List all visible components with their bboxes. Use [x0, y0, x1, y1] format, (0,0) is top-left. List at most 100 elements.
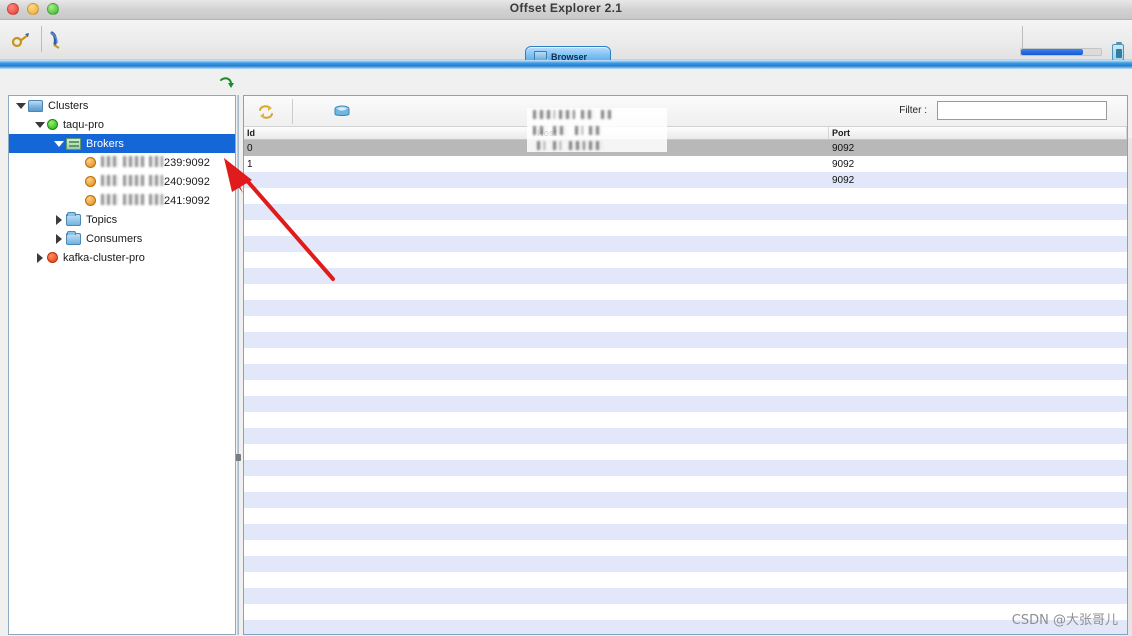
chevron-right-icon[interactable]: [34, 252, 45, 263]
table-row-empty[interactable]: [244, 348, 1127, 364]
table-row-empty[interactable]: [244, 364, 1127, 380]
tree-item-label: 239:9092: [101, 156, 210, 169]
table-row-empty[interactable]: [244, 396, 1127, 412]
table-row-empty[interactable]: [244, 188, 1127, 204]
redacted-host: [149, 175, 163, 186]
tree-item-label: Topics: [86, 213, 118, 226]
brokers-view: Filter : Id Host Port 0 9092 1 9092 9092: [244, 96, 1127, 634]
table-row-empty[interactable]: [244, 508, 1127, 524]
add-cluster-icon[interactable]: [8, 27, 34, 53]
column-header-id[interactable]: Id: [244, 127, 534, 139]
tree-item-brokers[interactable]: Brokers: [9, 134, 235, 153]
chevron-down-icon[interactable]: [34, 119, 45, 130]
save-disk-icon[interactable]: [332, 102, 352, 122]
table-row-empty[interactable]: [244, 268, 1127, 284]
table-row-empty[interactable]: [244, 428, 1127, 444]
content-panel: Brokers: [243, 95, 1128, 635]
table-row-empty[interactable]: [244, 460, 1127, 476]
cell-port: 9092: [832, 142, 855, 154]
edit-cluster-icon[interactable]: [45, 27, 71, 53]
redacted-host: [149, 156, 163, 167]
redacted-host: [149, 194, 163, 205]
table-row[interactable]: 0 9092: [244, 140, 1127, 156]
tree-item-port-suffix: 241:9092: [164, 195, 210, 207]
broker-orange-dot: [85, 176, 96, 187]
table-row-empty[interactable]: [244, 332, 1127, 348]
table-row-empty[interactable]: [244, 252, 1127, 268]
tree-item-240-9092[interactable]: 240:9092: [9, 172, 235, 191]
table-row-empty[interactable]: [244, 476, 1127, 492]
tree-item-239-9092[interactable]: 239:9092: [9, 153, 235, 172]
tree-item-label: Clusters: [48, 99, 89, 112]
tree-item-topics[interactable]: Topics: [9, 210, 235, 229]
table-row-empty[interactable]: [244, 588, 1127, 604]
splitter[interactable]: [237, 95, 239, 635]
table-row-empty[interactable]: [244, 556, 1127, 572]
refresh-icon[interactable]: [219, 76, 235, 92]
table-row-empty[interactable]: [244, 604, 1127, 620]
tree-item-241-9092[interactable]: 241:9092: [9, 191, 235, 210]
table-row-empty[interactable]: [244, 492, 1127, 508]
body-area: Clusters taqu-pro Brokers 239:9092 240:9092 2…: [0, 69, 1132, 636]
table-row-empty[interactable]: [244, 572, 1127, 588]
brokers-table[interactable]: Id Host Port 0 9092 1 9092 9092: [244, 127, 1127, 634]
table-row-empty[interactable]: [244, 524, 1127, 540]
cell-port: 9092: [832, 158, 855, 170]
brokers-toolbar-separator: [292, 99, 293, 124]
chevron-down-icon[interactable]: [15, 100, 26, 111]
table-row-empty[interactable]: [244, 540, 1127, 556]
brokers-icon: [66, 137, 81, 150]
tree-item-clusters[interactable]: Clusters: [9, 96, 235, 115]
toolbar-separator: [41, 26, 42, 52]
tree-item-taqu-pro[interactable]: taqu-pro: [9, 115, 235, 134]
progress-bar: [1020, 48, 1102, 56]
progress-bar-fill: [1021, 49, 1084, 55]
tree-item-label: kafka-cluster-pro: [63, 251, 145, 264]
app-window: Offset Explorer 2.1 Browser Clusters taq…: [0, 0, 1132, 636]
table-row-empty[interactable]: [244, 284, 1127, 300]
cell-id: 0: [247, 142, 253, 154]
table-header-row: Id Host Port: [244, 127, 1127, 140]
redacted-host: [123, 175, 145, 186]
tree-item-label: 240:9092: [101, 175, 210, 188]
redacted-host: [101, 175, 119, 186]
chevron-right-icon[interactable]: [53, 214, 64, 225]
battery-icon: [1112, 42, 1124, 61]
window-scrollbar[interactable]: [1128, 138, 1132, 636]
table-row-empty[interactable]: [244, 316, 1127, 332]
chevron-right-icon[interactable]: [53, 233, 64, 244]
redacted-host: [101, 194, 119, 205]
filter-input[interactable]: [937, 101, 1107, 120]
tree-item-label: taqu-pro: [63, 118, 104, 131]
column-header-port[interactable]: Port: [829, 127, 1127, 139]
watermark: CSDN @大张哥儿: [1011, 613, 1118, 628]
table-row-empty[interactable]: [244, 412, 1127, 428]
table-row-empty[interactable]: [244, 620, 1127, 634]
refresh-icon[interactable]: [256, 102, 276, 122]
table-row-empty[interactable]: [244, 220, 1127, 236]
table-row-empty[interactable]: [244, 204, 1127, 220]
brokers-toolbar: Filter :: [244, 96, 1127, 127]
tree-toolbar: [0, 69, 238, 93]
table-row-empty[interactable]: [244, 300, 1127, 316]
table-row[interactable]: 9092: [244, 172, 1127, 188]
tree-item-consumers[interactable]: Consumers: [9, 229, 235, 248]
tree-item-port-suffix: 239:9092: [164, 157, 210, 169]
tree-item-kafka-cluster-pro[interactable]: kafka-cluster-pro: [9, 248, 235, 267]
broker-orange-dot: [85, 195, 96, 206]
cell-port: 9092: [832, 174, 855, 186]
tree-item-label: Consumers: [86, 232, 143, 245]
filter-label: Filter :: [899, 105, 927, 116]
status-green-dot: [47, 119, 58, 130]
chevron-down-icon[interactable]: [53, 138, 64, 149]
table-row-empty[interactable]: [244, 444, 1127, 460]
table-row[interactable]: 1 9092: [244, 156, 1127, 172]
folder-icon: [66, 211, 81, 226]
cluster-tree[interactable]: Clusters taqu-pro Brokers 239:9092 240:9092 2…: [8, 95, 236, 635]
broker-orange-dot: [85, 157, 96, 168]
redacted-host: [123, 194, 145, 205]
table-row-empty[interactable]: [244, 236, 1127, 252]
table-row-empty[interactable]: [244, 380, 1127, 396]
